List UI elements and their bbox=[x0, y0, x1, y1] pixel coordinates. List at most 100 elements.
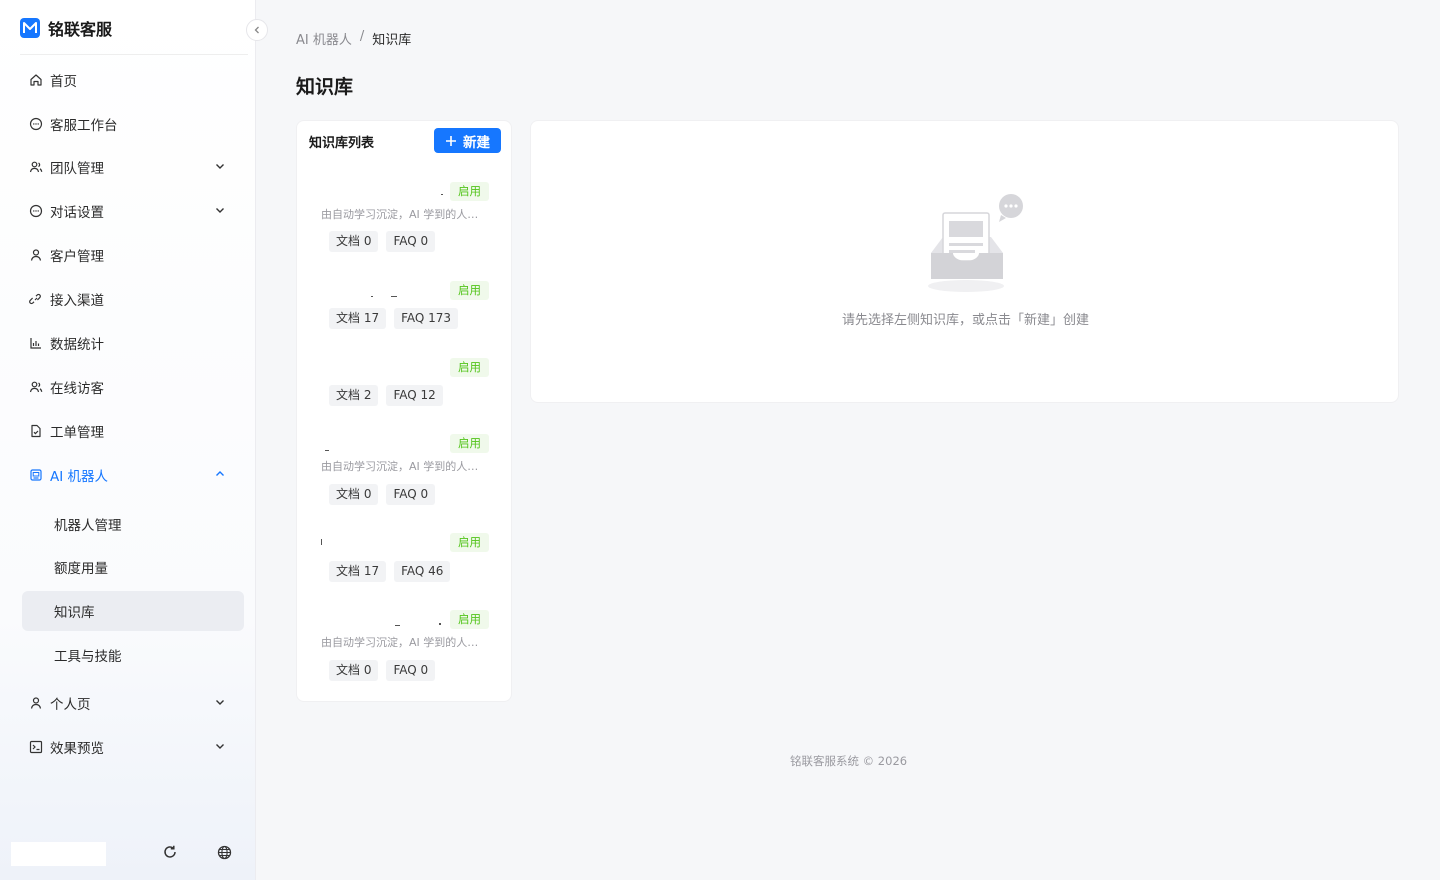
faq-count-tag: FAQ 0 bbox=[386, 484, 436, 505]
sidebar-subitem-label: 机器人管理 bbox=[54, 518, 122, 534]
home-icon bbox=[28, 72, 44, 88]
kb-name-fragment bbox=[325, 450, 329, 451]
sidebar-item-label: 团队管理 bbox=[50, 161, 104, 177]
sidebar-subitem-quota-usage[interactable]: 额度用量 bbox=[22, 547, 244, 587]
status-badge: 启用 bbox=[450, 182, 489, 201]
sidebar-item-home[interactable]: 首页 bbox=[22, 60, 244, 100]
sidebar-item-profile[interactable]: 个人页 bbox=[22, 683, 244, 723]
sidebar-subitem-label: 知识库 bbox=[54, 605, 95, 621]
kb-stats: 文档 0 FAQ 0 bbox=[329, 231, 436, 252]
status-badge: 启用 bbox=[450, 533, 489, 552]
kb-card[interactable]: 启用 文档 17 FAQ 173 bbox=[309, 281, 501, 341]
sidebar-item-tickets[interactable]: 工单管理 bbox=[22, 411, 244, 451]
kb-stats: 文档 17 FAQ 173 bbox=[329, 308, 459, 329]
globe-icon[interactable] bbox=[215, 843, 233, 861]
doc-count-tag: 文档 0 bbox=[329, 484, 379, 505]
chat-bubble-icon bbox=[28, 203, 44, 219]
sidebar-item-label: 接入渠道 bbox=[50, 293, 104, 309]
doc-count-tag: 文档 2 bbox=[329, 385, 379, 406]
kb-name-fragment bbox=[371, 296, 373, 297]
brand-name: 铭联客服 bbox=[48, 20, 113, 39]
sidebar-item-label: 对话设置 bbox=[50, 205, 104, 221]
sidebar-subitem-label: 工具与技能 bbox=[54, 649, 122, 665]
breadcrumb-current: 知识库 bbox=[372, 33, 412, 48]
kb-description: 由自动学习沉淀，AI 学到的人… bbox=[321, 208, 479, 221]
chevron-up-icon bbox=[216, 471, 224, 476]
sidebar-subitem-knowledge-base[interactable]: 知识库 bbox=[22, 591, 244, 631]
kb-stats: 文档 0 FAQ 0 bbox=[329, 660, 436, 681]
doc-count-tag: 文档 0 bbox=[329, 660, 379, 681]
divider bbox=[20, 54, 248, 55]
kb-card[interactable]: 启用 由自动学习沉淀，AI 学到的人… 文档 0 FAQ 0 bbox=[309, 434, 501, 514]
preview-icon bbox=[28, 739, 44, 755]
sidebar-item-chat-settings[interactable]: 对话设置 bbox=[22, 191, 244, 231]
kb-card[interactable]: 启用 由自动学习沉淀，AI 学到的人… 文档 0 FAQ 0 bbox=[309, 610, 501, 690]
user-badge[interactable] bbox=[11, 842, 106, 866]
kb-description: 由自动学习沉淀，AI 学到的人… bbox=[321, 460, 479, 473]
breadcrumb-separator: / bbox=[359, 29, 365, 44]
doc-count-tag: 文档 0 bbox=[329, 231, 379, 252]
kb-card[interactable]: 启用 由自动学习沉淀，AI 学到的人… 文档 0 FAQ 0 bbox=[309, 182, 501, 262]
sidebar-subitem-label: 额度用量 bbox=[54, 561, 108, 577]
chat-bubble-icon bbox=[28, 116, 44, 132]
page-title: 知识库 bbox=[296, 76, 354, 98]
chevron-down-icon bbox=[216, 208, 224, 213]
kb-name-fragment bbox=[441, 194, 443, 195]
kb-name-fragment bbox=[439, 623, 441, 625]
sidebar-item-label: 客户管理 bbox=[50, 249, 104, 265]
kb-list-panel: 知识库列表 新建 启用 由自动学习沉淀，AI 学到的人… 文档 0 FAQ 0 … bbox=[296, 120, 512, 702]
document-icon bbox=[28, 423, 44, 439]
chevron-left-icon bbox=[254, 26, 259, 34]
new-kb-button[interactable]: 新建 bbox=[434, 128, 501, 153]
kb-detail-empty-panel: 请先选择左侧知识库，或点击「新建」创建 bbox=[530, 120, 1399, 403]
sidebar-item-label: 工单管理 bbox=[50, 425, 104, 441]
sidebar-subitem-tools-skills[interactable]: 工具与技能 bbox=[22, 635, 244, 675]
sidebar-item-label: 数据统计 bbox=[50, 337, 104, 353]
empty-inbox-icon bbox=[928, 194, 1023, 292]
sidebar: 铭联客服 首页 客服工作台 团队管理 对话设置 客户管理 接入渠道 数据统计 在… bbox=[0, 0, 256, 880]
sidebar-item-label: 效果预览 bbox=[50, 741, 104, 757]
refresh-icon[interactable] bbox=[161, 843, 179, 861]
kb-name-fragment bbox=[321, 539, 322, 545]
kb-stats: 文档 0 FAQ 0 bbox=[329, 484, 436, 505]
breadcrumb-parent[interactable]: AI 机器人 bbox=[296, 29, 352, 48]
sidebar-item-preview[interactable]: 效果预览 bbox=[22, 727, 244, 767]
sidebar-item-label: AI 机器人 bbox=[50, 469, 109, 485]
brand-logo-icon bbox=[20, 18, 40, 38]
team-icon bbox=[28, 379, 44, 395]
plus-icon bbox=[446, 135, 456, 146]
sidebar-item-statistics[interactable]: 数据统计 bbox=[22, 323, 244, 363]
footer-copyright: 铭联客服系统 © 2026 bbox=[790, 754, 908, 768]
chevron-down-icon bbox=[216, 700, 224, 705]
robot-icon bbox=[28, 467, 44, 483]
kb-card[interactable]: 启用 文档 2 FAQ 12 bbox=[309, 358, 501, 418]
user-icon bbox=[28, 695, 44, 711]
faq-count-tag: FAQ 0 bbox=[386, 660, 436, 681]
doc-count-tag: 文档 17 bbox=[329, 308, 387, 329]
faq-count-tag: FAQ 12 bbox=[386, 385, 443, 406]
kb-card[interactable]: 启用 文档 17 FAQ 46 bbox=[309, 533, 501, 593]
sidebar-item-online-visitors[interactable]: 在线访客 bbox=[22, 367, 244, 407]
status-badge: 启用 bbox=[450, 610, 489, 629]
sidebar-item-ai-robot[interactable]: AI 机器人 bbox=[22, 455, 244, 495]
chevron-down-icon bbox=[216, 744, 224, 749]
sidebar-item-label: 在线访客 bbox=[50, 381, 104, 397]
brand[interactable]: 铭联客服 bbox=[20, 16, 112, 40]
kb-name-fragment bbox=[391, 296, 397, 297]
sidebar-item-channels[interactable]: 接入渠道 bbox=[22, 279, 244, 319]
sidebar-item-label: 个人页 bbox=[50, 697, 91, 713]
sidebar-collapse-button[interactable] bbox=[246, 19, 268, 41]
faq-count-tag: FAQ 173 bbox=[394, 308, 459, 329]
kb-name-fragment bbox=[395, 625, 400, 626]
sidebar-item-team[interactable]: 团队管理 bbox=[22, 147, 244, 187]
status-badge: 启用 bbox=[450, 358, 489, 377]
empty-state-text: 请先选择左侧知识库，或点击「新建」创建 bbox=[841, 313, 1089, 328]
sidebar-subitem-robot-management[interactable]: 机器人管理 bbox=[22, 504, 244, 544]
kb-stats: 文档 17 FAQ 46 bbox=[329, 561, 451, 582]
sidebar-item-customers[interactable]: 客户管理 bbox=[22, 235, 244, 275]
chevron-down-icon bbox=[216, 164, 224, 169]
sidebar-item-agent-workbench[interactable]: 客服工作台 bbox=[22, 104, 244, 144]
kb-description: 由自动学习沉淀，AI 学到的人… bbox=[321, 636, 479, 649]
faq-count-tag: FAQ 0 bbox=[386, 231, 436, 252]
breadcrumb: AI 机器人 / 知识库 bbox=[296, 29, 411, 48]
